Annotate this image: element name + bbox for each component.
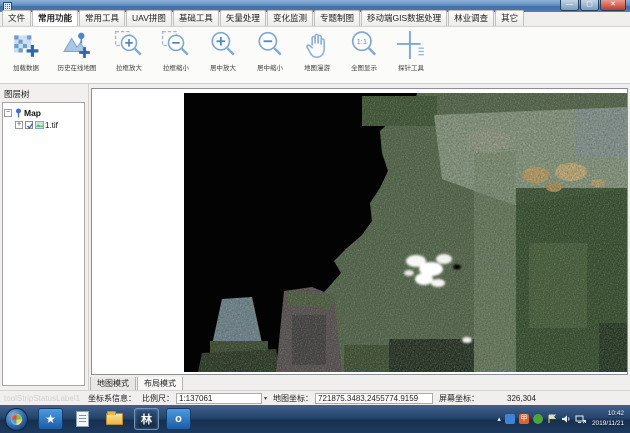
- tool-label: 地图漫游: [304, 63, 330, 72]
- box-zoom-in-icon: [114, 30, 144, 60]
- expand-icon[interactable]: +: [15, 121, 23, 129]
- collapse-icon[interactable]: −: [4, 109, 12, 117]
- history-online-map-button[interactable]: 历史在线地图: [49, 29, 105, 81]
- flag-icon[interactable]: [547, 414, 557, 424]
- tab-uav-mosaic[interactable]: UAV拼图: [126, 10, 172, 26]
- minimize-button[interactable]: —: [560, 0, 579, 11]
- tree-node-layer[interactable]: + 1.tif: [15, 119, 83, 131]
- layer-panel: 图层树 − Map +: [0, 84, 89, 390]
- taskbar-folder-app[interactable]: [102, 408, 127, 430]
- tool-label: 全图显示: [351, 63, 377, 72]
- scale-label: 比例尺：: [142, 393, 174, 404]
- layer-visibility-checkbox[interactable]: [25, 121, 33, 129]
- tool-label: 加载数据: [13, 63, 39, 72]
- tool-label: 历史在线地图: [58, 63, 97, 72]
- map-wrap: 地图模式 布局模式: [90, 84, 630, 390]
- main-area: 图层树 − Map +: [0, 84, 630, 390]
- tab-basic-tools[interactable]: 基础工具: [173, 10, 219, 26]
- box-zoom-out-icon: [161, 30, 191, 60]
- tool-label: 居中缩小: [257, 63, 283, 72]
- tab-common-functions[interactable]: 常用功能: [32, 10, 78, 26]
- start-button[interactable]: [5, 408, 28, 431]
- document-icon: [76, 411, 89, 427]
- layer-panel-title: 图层树: [0, 84, 88, 102]
- box-zoom-in-button[interactable]: 拉框放大: [105, 29, 152, 81]
- svg-text:1:1: 1:1: [356, 37, 366, 46]
- speaker-icon[interactable]: [561, 414, 571, 424]
- layer-tree[interactable]: − Map + 1.tif: [2, 102, 85, 386]
- center-zoom-out-button[interactable]: 居中缩小: [246, 29, 293, 81]
- tab-vector-processing[interactable]: 矢量处理: [220, 10, 266, 26]
- tab-mobile-gis-data[interactable]: 移动端GIS数据处理: [361, 10, 447, 26]
- map-pan-button[interactable]: 地图漫游: [293, 29, 340, 81]
- tool-label: 拉框放大: [116, 63, 142, 72]
- network-icon[interactable]: [575, 414, 586, 424]
- load-data-button[interactable]: 加载数据: [2, 29, 49, 81]
- windows-logo-icon: [11, 414, 22, 425]
- scale-combobox[interactable]: 1:137061: [176, 393, 262, 404]
- tree-node-label: 1.tif: [45, 121, 58, 130]
- toolbar: 加载数据 历史在线地图 拉框放大: [0, 27, 630, 84]
- tree-node-map[interactable]: − Map: [4, 107, 83, 119]
- tab-change-detection[interactable]: 变化监测: [267, 10, 313, 26]
- scale-dropdown-arrow-icon[interactable]: ▾: [264, 395, 267, 402]
- close-button[interactable]: ✕: [600, 0, 626, 11]
- center-zoom-in-icon: [208, 30, 238, 60]
- taskbar-document-app[interactable]: [70, 408, 95, 430]
- forestry-app-icon: 林: [141, 411, 152, 427]
- folder-icon: [106, 413, 123, 425]
- tray-green-app-icon[interactable]: [533, 414, 543, 424]
- tool-label: 拉框缩小: [163, 63, 189, 72]
- clock-time: 10:42: [592, 409, 624, 419]
- tray-orange-app-icon[interactable]: 甲: [519, 414, 529, 424]
- tray-blue-app-icon[interactable]: [505, 414, 515, 424]
- tool-label: 探针工具: [398, 63, 424, 72]
- map-coord-value: 721875.3483,2455774.9159: [315, 393, 433, 404]
- map-canvas[interactable]: [91, 88, 628, 375]
- satellite-raster[interactable]: [184, 93, 627, 372]
- tab-thematic-mapping[interactable]: 专题制图: [314, 10, 360, 26]
- maximize-button[interactable]: ▢: [580, 0, 599, 11]
- center-zoom-out-icon: [255, 30, 285, 60]
- full-extent-icon: 1:1: [349, 30, 379, 60]
- show-hidden-icons-button[interactable]: ▴: [497, 415, 501, 423]
- windows-taskbar: ★ 林 o ▴ 甲 10:42 2019/11/21: [0, 405, 630, 433]
- center-zoom-in-button[interactable]: 居中放大: [199, 29, 246, 81]
- clock-date: 2019/11/21: [592, 419, 624, 429]
- tool-label: 居中放大: [210, 63, 236, 72]
- taskbar-star-app[interactable]: ★: [38, 408, 63, 430]
- tab-file[interactable]: 文件: [2, 10, 31, 26]
- map-coord-label: 地图坐标：: [273, 393, 313, 404]
- load-data-icon: [11, 30, 41, 60]
- taskbar-o-app[interactable]: o: [166, 408, 191, 430]
- probe-tool-icon: [396, 30, 426, 60]
- tab-other[interactable]: 其它: [495, 10, 524, 26]
- tab-forestry-survey[interactable]: 林业调查: [448, 10, 494, 26]
- full-extent-button[interactable]: 1:1 全图显示: [340, 29, 387, 81]
- coord-system-label: 坐标系信息：: [88, 393, 136, 404]
- star-icon: ★: [45, 412, 56, 426]
- screen-coord-label: 屏幕坐标：: [439, 393, 479, 404]
- history-online-map-icon: [62, 30, 92, 60]
- raster-layer-icon: [35, 121, 44, 129]
- system-tray: ▴ 甲 10:42 2019/11/21: [497, 405, 628, 433]
- map-pin-icon: [14, 108, 23, 118]
- ribbon-tab-bar: 文件 常用功能 常用工具 UAV拼图 基础工具 矢量处理 变化监测 专题制图 移…: [0, 12, 630, 27]
- pan-hand-icon: [302, 30, 332, 60]
- box-zoom-out-button[interactable]: 拉框缩小: [152, 29, 199, 81]
- taskbar-clock[interactable]: 10:42 2019/11/21: [592, 409, 624, 429]
- screen-coord-value: 326,304: [507, 394, 536, 403]
- tree-node-label: Map: [24, 108, 41, 118]
- status-bar: toolStripStatusLabel1 坐标系信息： 比例尺： 1:1370…: [0, 390, 630, 405]
- tab-common-tools[interactable]: 常用工具: [79, 10, 125, 26]
- taskbar-forestry-gis-app[interactable]: 林: [134, 408, 159, 430]
- status-placeholder-label: toolStripStatusLabel1: [4, 394, 82, 403]
- app-window: — ▢ ✕ 文件 常用功能 常用工具 UAV拼图 基础工具 矢量处理 变化监测 …: [0, 0, 630, 433]
- probe-tool-button[interactable]: 探针工具: [387, 29, 434, 81]
- o-app-icon: o: [175, 413, 182, 425]
